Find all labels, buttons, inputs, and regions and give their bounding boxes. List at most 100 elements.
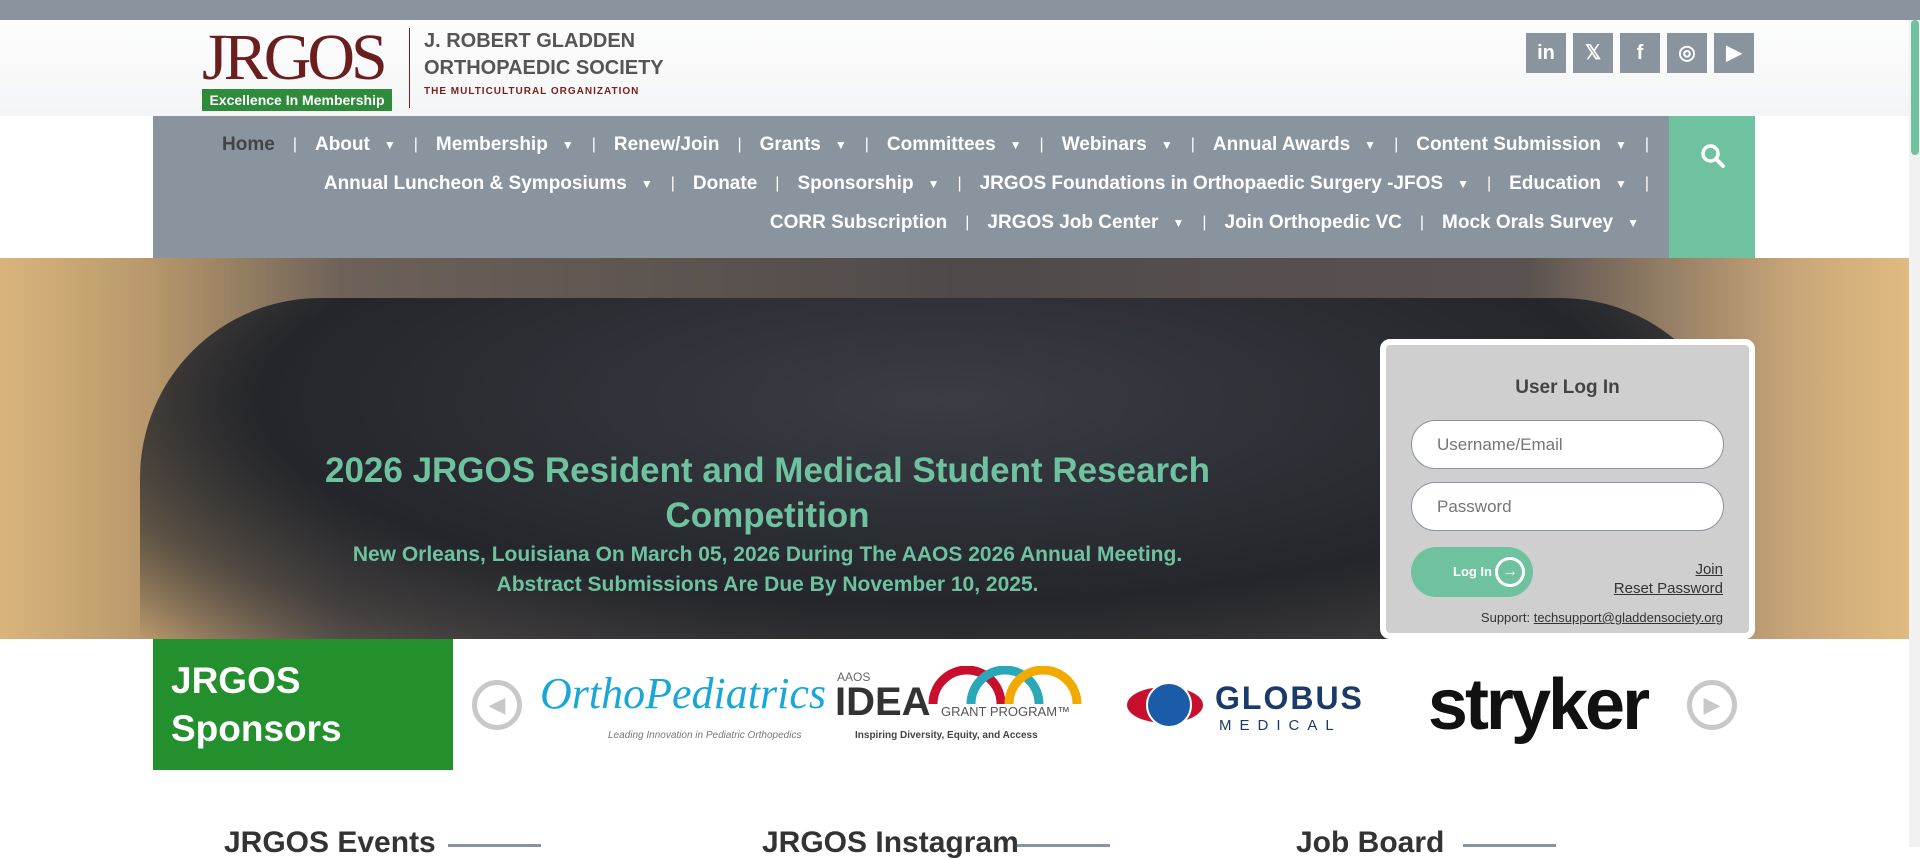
nav-separator: |	[737, 136, 742, 153]
login-button[interactable]: Log In →	[1411, 547, 1533, 597]
reset-password-link[interactable]: Reset Password	[1614, 580, 1723, 597]
nav-webinars[interactable]: Webinars ▼	[1062, 134, 1173, 156]
nav-annual-luncheon[interactable]: Annual Luncheon & Symposiums ▼	[324, 173, 653, 195]
nav-orthopedic-vc[interactable]: Join Orthopedic VC	[1225, 212, 1402, 234]
chevron-down-icon: ▼	[561, 138, 574, 152]
nav-label: Join Orthopedic VC	[1224, 212, 1402, 233]
nav-committees[interactable]: Committees ▼	[887, 134, 1022, 156]
nav-mock-orals[interactable]: Mock Orals Survey ▼	[1442, 212, 1639, 234]
join-link[interactable]: Join	[1695, 561, 1723, 578]
globus-globe-icon	[1127, 682, 1203, 728]
site-logo[interactable]: JRGOS Excellence In Membership	[200, 21, 400, 112]
sponsors-heading: JRGOS Sponsors	[153, 639, 453, 770]
nav-label: Grants	[759, 134, 821, 155]
nav-row-2: Annual Luncheon & Symposiums ▼ | Donate |…	[153, 165, 1669, 203]
instagram-icon[interactable]: ◎	[1667, 33, 1707, 73]
orthopediatrics-wordmark: OrthoPediatrics	[540, 669, 826, 718]
arrow-right-icon: →	[1495, 557, 1525, 587]
chevron-down-icon: ▼	[640, 177, 653, 191]
org-name-line1: J. ROBERT GLADDEN	[424, 30, 636, 52]
login-button-label: Log In	[1453, 564, 1492, 579]
nav-education[interactable]: Education ▼	[1509, 173, 1627, 195]
nav-separator: |	[591, 136, 596, 153]
logo-tagline: Excellence In Membership	[202, 89, 392, 111]
idea-tagline: Inspiring Diversity, Equity, and Access	[855, 730, 1038, 741]
chevron-down-icon: ▼	[1627, 216, 1639, 230]
top-bar	[0, 0, 1920, 20]
login-title: User Log In	[1515, 377, 1620, 398]
facebook-icon[interactable]: f	[1620, 33, 1660, 73]
nav-label: Home	[222, 134, 275, 155]
hero-subtitle: New Orleans, Louisiana On March 05, 2026…	[260, 540, 1275, 600]
chevron-down-icon: ▼	[834, 138, 847, 152]
sponsor-logo-orthopediatrics[interactable]: OrthoPediatrics Leading Innovation in Pe…	[540, 660, 826, 750]
nav-content-submission[interactable]: Content Submission ▼	[1416, 134, 1627, 156]
search-button[interactable]	[1669, 116, 1755, 258]
chevron-down-icon: ▼	[1364, 138, 1377, 152]
nav-annual-awards[interactable]: Annual Awards ▼	[1213, 134, 1376, 156]
globus-medical-label: MEDICAL	[1219, 717, 1342, 734]
carousel-prev-button[interactable]: ◀	[472, 680, 522, 730]
logo-mark: JRGOS	[202, 21, 388, 94]
nav-job-center[interactable]: JRGOS Job Center ▼	[987, 212, 1184, 234]
nav-separator: |	[413, 136, 418, 153]
username-field[interactable]	[1411, 420, 1724, 469]
sponsor-logo-globus[interactable]: GLOBUS MEDICAL	[1125, 660, 1370, 750]
nav-separator: |	[1644, 136, 1649, 153]
nav-corr-subscription[interactable]: CORR Subscription	[770, 212, 947, 234]
login-panel: User Log In Log In → Join Reset Password…	[1380, 339, 1755, 639]
nav-jfos[interactable]: JRGOS Foundations in Orthopaedic Surgery…	[980, 173, 1469, 195]
nav-label: About	[314, 134, 370, 155]
nav-sponsorship[interactable]: Sponsorship ▼	[797, 173, 939, 195]
support-email-link[interactable]: techsupport@gladdensociety.org	[1534, 610, 1723, 625]
nav-label: Mock Orals Survey	[1442, 212, 1614, 233]
nav-label: Donate	[692, 173, 758, 194]
linkedin-icon[interactable]: in	[1526, 33, 1566, 73]
password-field[interactable]	[1411, 482, 1724, 531]
support-label: Support:	[1480, 610, 1531, 625]
sponsor-logo-stryker[interactable]: stryker	[1410, 660, 1665, 750]
chevron-down-icon: ▼	[927, 177, 940, 191]
orthopediatrics-tagline: Leading Innovation in Pediatric Orthoped…	[608, 730, 802, 741]
search-icon	[1701, 144, 1725, 168]
aaos-idea-logo: AAOS IDEA GRANT PROGRAM™ Inspiring Diver…	[835, 660, 1085, 750]
support-line: Support: techsupport@gladdensociety.org	[1481, 610, 1723, 625]
nav-separator: |	[1486, 175, 1492, 192]
events-heading: JRGOS Events	[224, 826, 436, 859]
sponsors-heading-line2: Sponsors	[171, 708, 342, 749]
nav-about[interactable]: About ▼	[315, 134, 396, 156]
hero-title[interactable]: 2026 JRGOS Resident and Medical Student …	[260, 448, 1275, 538]
carousel-next-button[interactable]: ▶	[1687, 680, 1737, 730]
nav-separator: |	[957, 175, 962, 192]
nav-label: CORR Subscription	[769, 212, 948, 233]
nav-grants[interactable]: Grants ▼	[760, 134, 847, 156]
nav-label: JRGOS Foundations in Orthopaedic Surgery…	[979, 173, 1444, 194]
sponsor-logo-aaos-idea[interactable]: AAOS IDEA GRANT PROGRAM™ Inspiring Diver…	[835, 660, 1085, 750]
chevron-left-icon: ◀	[488, 692, 506, 717]
nav-home[interactable]: Home	[222, 134, 275, 156]
nav-membership[interactable]: Membership ▼	[436, 134, 574, 156]
nav-label: JRGOS Job Center	[987, 212, 1159, 233]
nav-separator: |	[1190, 136, 1195, 153]
nav-label: Annual Awards	[1212, 134, 1351, 155]
nav-donate[interactable]: Donate	[693, 173, 757, 195]
nav-separator: |	[670, 175, 675, 192]
youtube-icon[interactable]: ▶	[1714, 33, 1754, 73]
site-header: JRGOS Excellence In Membership J. ROBERT…	[0, 20, 1920, 116]
org-subtitle: THE MULTICULTURAL ORGANIZATION	[424, 86, 640, 97]
nav-renew-join[interactable]: Renew/Join	[614, 134, 720, 156]
x-icon[interactable]: 𝕏	[1573, 33, 1613, 73]
nav-separator: |	[775, 175, 780, 192]
logo-divider	[409, 28, 410, 108]
nav-separator: |	[1644, 175, 1649, 192]
nav-separator: |	[1202, 214, 1207, 231]
chevron-down-icon: ▼	[1614, 138, 1627, 152]
globus-logo: GLOBUS MEDICAL	[1125, 660, 1370, 750]
org-name: J. ROBERT GLADDEN ORTHOPAEDIC SOCIETY TH…	[424, 28, 684, 97]
scrollbar-thumb[interactable]	[1911, 20, 1919, 155]
idea-wordmark: IDEA	[835, 680, 931, 724]
nav-separator: |	[1419, 214, 1425, 231]
nav-separator: |	[1394, 136, 1399, 153]
hero-subtitle-line1: New Orleans, Louisiana On March 05, 2026…	[352, 543, 1183, 566]
nav-label: Webinars	[1061, 134, 1147, 155]
